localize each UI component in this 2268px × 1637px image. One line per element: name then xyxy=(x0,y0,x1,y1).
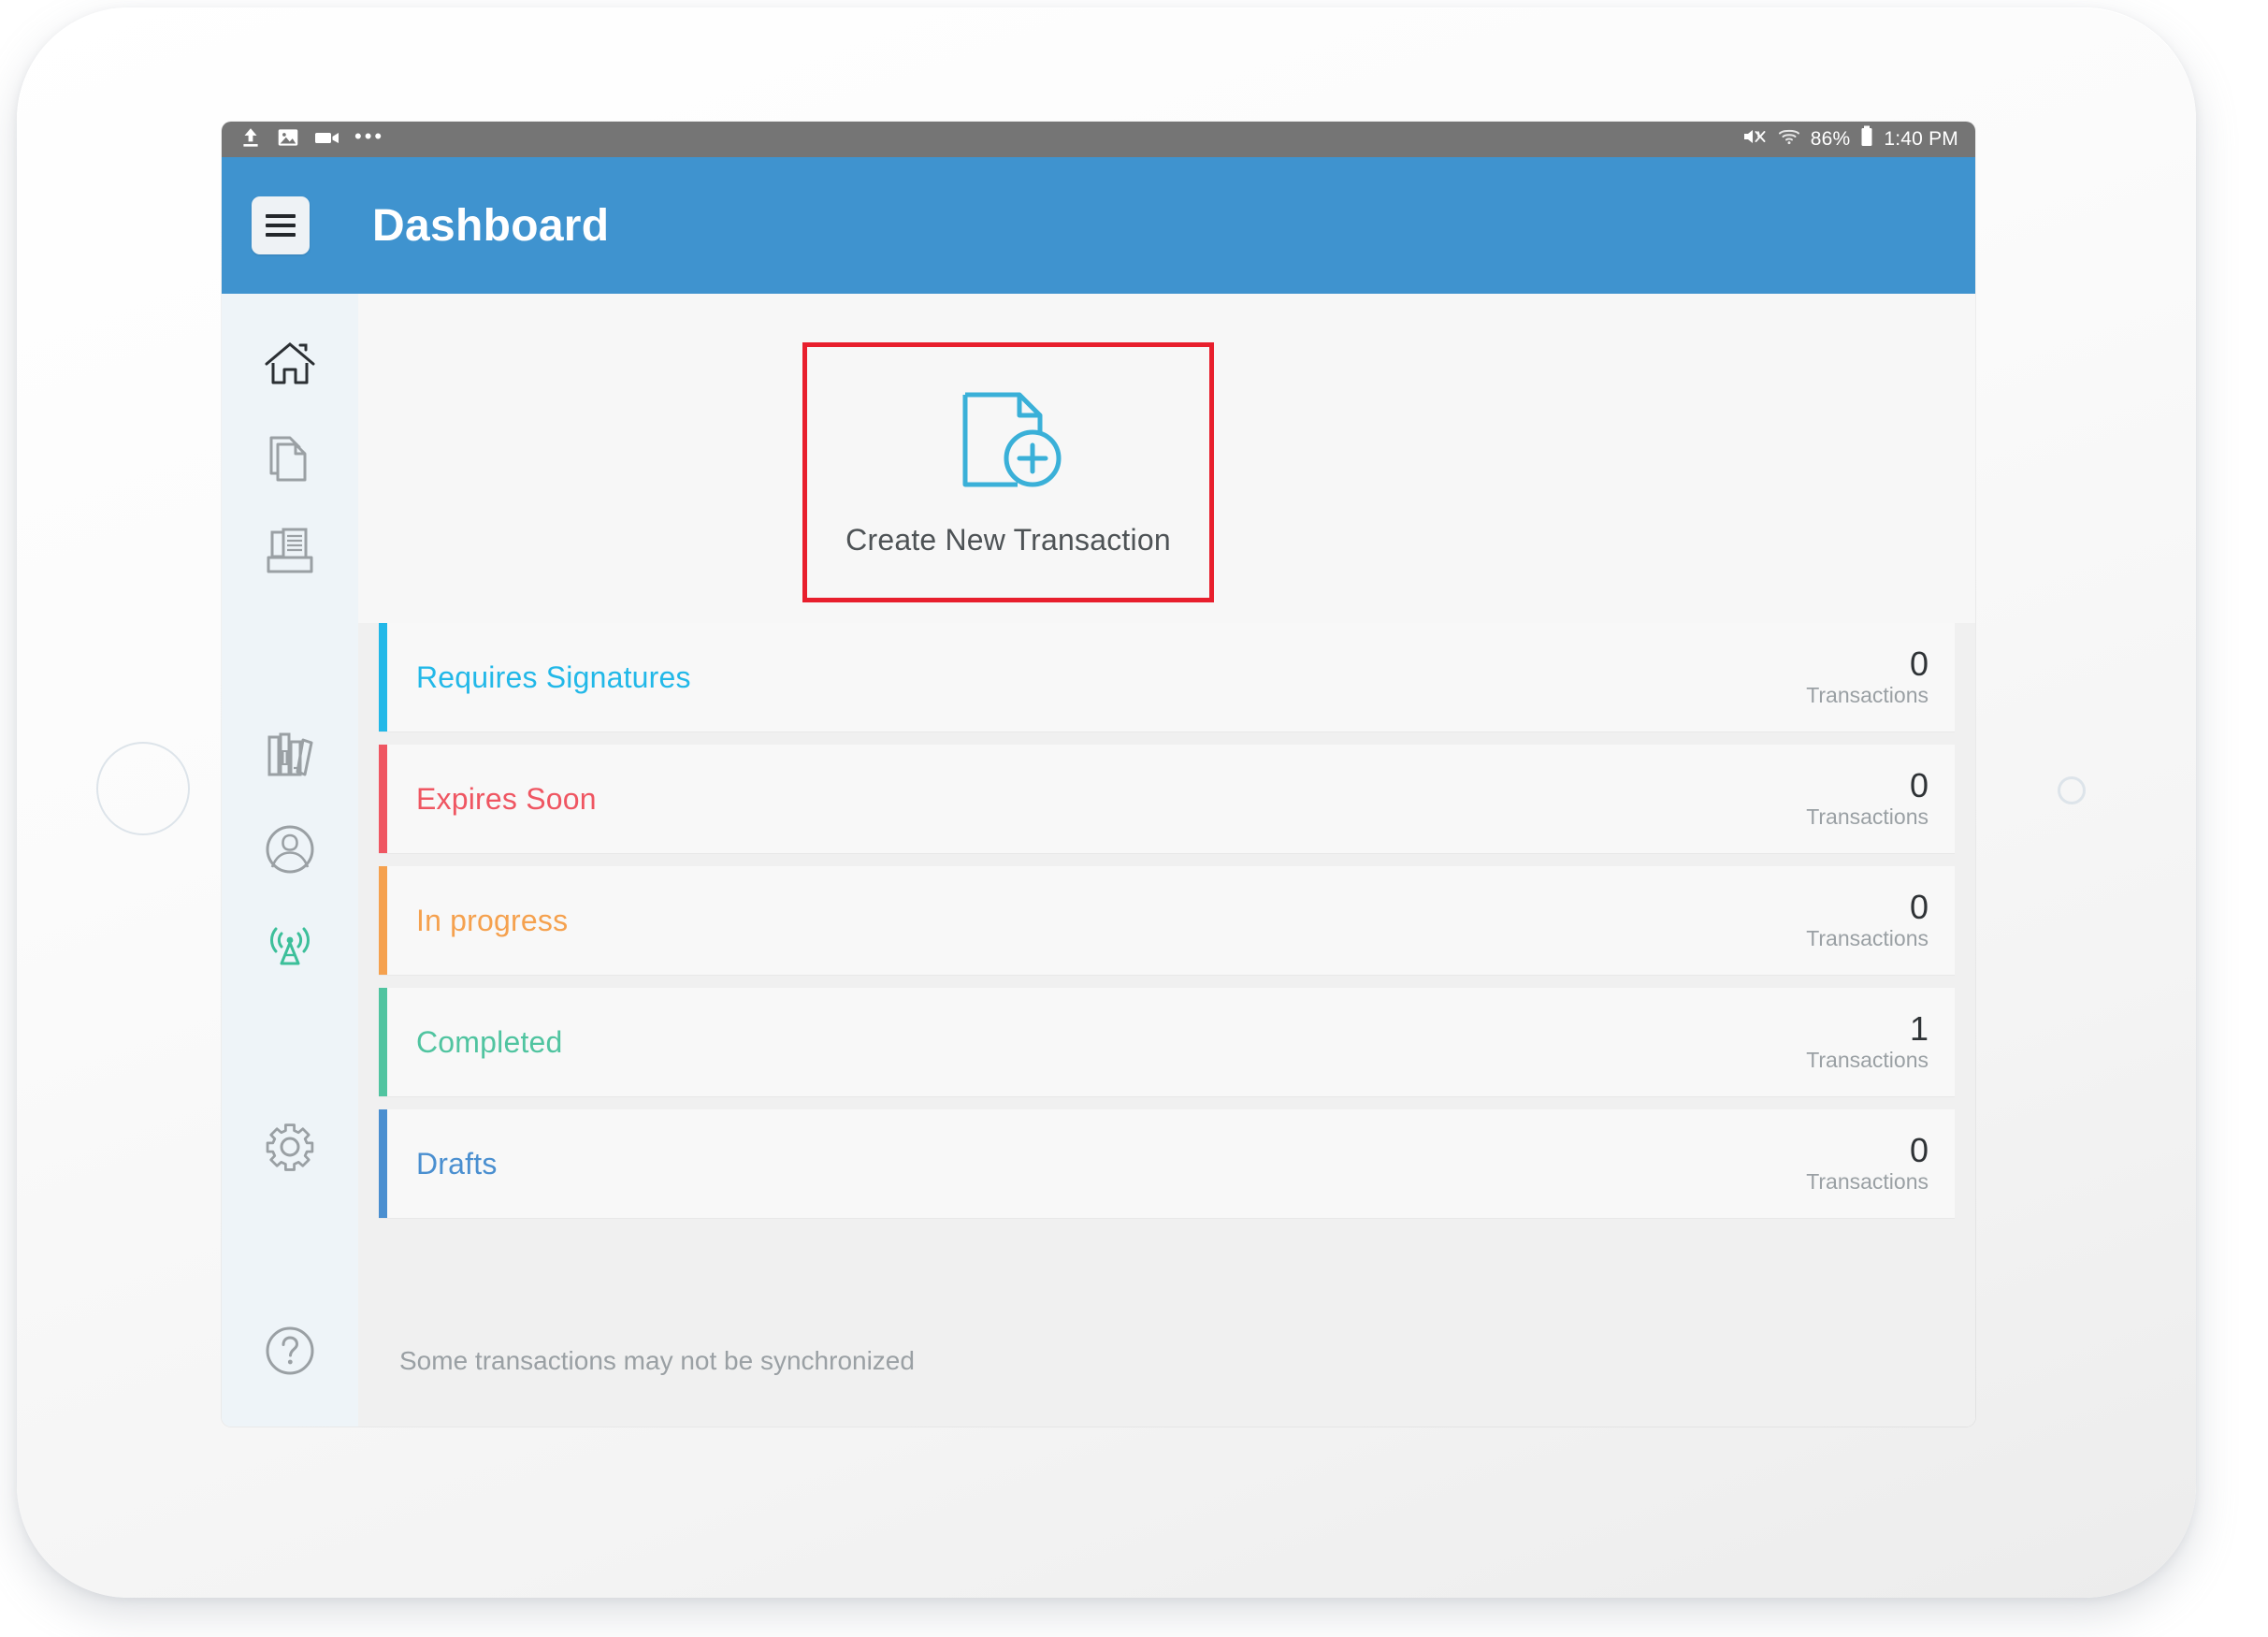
status-row-label: Drafts xyxy=(416,1146,498,1181)
page-title: Dashboard xyxy=(372,200,610,251)
status-bar-left-icons: ••• xyxy=(238,125,384,154)
status-row-label: Expires Soon xyxy=(416,781,597,816)
row-accent-bar xyxy=(379,623,387,732)
app-body: Create New Transaction Requires Signatur… xyxy=(222,294,1975,1427)
sidebar-nav xyxy=(222,294,358,1427)
sidebar-item-profile[interactable] xyxy=(243,803,337,896)
table-row[interactable]: Requires Signatures 0 Transactions xyxy=(379,623,1955,732)
transaction-status-list: Requires Signatures 0 Transactions Expir… xyxy=(358,623,1975,1305)
table-row[interactable]: Drafts 0 Transactions xyxy=(379,1109,1955,1218)
sidebar-item-home[interactable] xyxy=(243,318,337,412)
device-screen: ••• 86% 1:40 PM Dashboard Create New Tra… xyxy=(222,122,1975,1427)
status-row-metrics: 0 Transactions xyxy=(1806,644,1929,709)
device-home-button[interactable] xyxy=(96,742,190,835)
table-row[interactable]: In progress 0 Transactions xyxy=(379,866,1955,975)
status-bar-clock: 1:40 PM xyxy=(1884,128,1958,150)
status-row-count: 0 xyxy=(1909,1130,1929,1169)
inbox-tray-document-icon xyxy=(263,527,317,577)
status-row-label: In progress xyxy=(416,903,569,937)
screenshot-root: ••• 86% 1:40 PM Dashboard Create New Tra… xyxy=(0,0,2268,1637)
status-row-count: 0 xyxy=(1909,887,1929,926)
status-row-unit: Transactions xyxy=(1806,926,1929,951)
table-row[interactable]: Completed 1 Transactions xyxy=(379,988,1955,1096)
upload-icon xyxy=(238,125,263,154)
status-row-label: Completed xyxy=(416,1024,563,1059)
status-row-label: Requires Signatures xyxy=(416,659,691,694)
sidebar-item-documents[interactable] xyxy=(243,412,337,505)
row-accent-bar xyxy=(379,1109,387,1218)
create-transaction-label: Create New Transaction xyxy=(845,523,1171,557)
question-circle-icon xyxy=(264,1325,316,1377)
status-row-count: 1 xyxy=(1909,1008,1929,1048)
broadcast-antenna-icon xyxy=(263,917,317,969)
status-row-unit: Transactions xyxy=(1806,804,1929,830)
status-row-count: 0 xyxy=(1909,644,1929,683)
row-accent-bar xyxy=(379,745,387,853)
gear-icon xyxy=(264,1121,316,1173)
battery-percent-label: 86% xyxy=(1810,128,1851,150)
status-row-metrics: 0 Transactions xyxy=(1806,887,1929,952)
main-content: Create New Transaction Requires Signatur… xyxy=(358,294,1975,1427)
app-bar: Dashboard xyxy=(222,157,1975,294)
wifi-icon xyxy=(1777,125,1801,153)
device-front-camera xyxy=(2058,776,2086,804)
status-bar-overflow-icon: ••• xyxy=(354,123,385,148)
sidebar-item-connection[interactable] xyxy=(243,896,337,990)
status-row-unit: Transactions xyxy=(1806,1048,1929,1073)
image-icon xyxy=(276,125,300,154)
sync-status-note: Some transactions may not be synchronize… xyxy=(358,1305,1975,1427)
hamburger-menu-icon[interactable] xyxy=(252,196,310,254)
status-row-unit: Transactions xyxy=(1806,1169,1929,1195)
row-accent-bar xyxy=(379,988,387,1096)
create-transaction-zone: Create New Transaction xyxy=(358,294,1975,623)
android-status-bar: ••• 86% 1:40 PM xyxy=(222,122,1975,157)
status-bar-right-cluster: 86% 1:40 PM xyxy=(1741,124,1958,154)
documents-copy-icon xyxy=(266,432,314,485)
user-circle-icon xyxy=(264,823,316,876)
row-accent-bar xyxy=(379,866,387,975)
sidebar-item-inbox[interactable] xyxy=(243,505,337,599)
status-row-count: 0 xyxy=(1909,765,1929,804)
home-icon xyxy=(264,340,316,389)
document-plus-icon xyxy=(948,387,1068,502)
status-row-metrics: 0 Transactions xyxy=(1806,765,1929,831)
sidebar-item-library[interactable] xyxy=(243,709,337,803)
volume-mute-icon xyxy=(1741,125,1768,153)
status-row-metrics: 0 Transactions xyxy=(1806,1130,1929,1195)
status-row-unit: Transactions xyxy=(1806,683,1929,708)
sidebar-item-settings[interactable] xyxy=(243,1100,337,1194)
books-library-icon xyxy=(264,731,316,781)
sidebar-item-help[interactable] xyxy=(243,1304,337,1398)
create-new-transaction-button[interactable]: Create New Transaction xyxy=(802,342,1214,602)
video-icon xyxy=(313,125,341,154)
table-row[interactable]: Expires Soon 0 Transactions xyxy=(379,745,1955,853)
battery-icon xyxy=(1859,124,1874,154)
status-row-metrics: 1 Transactions xyxy=(1806,1008,1929,1074)
